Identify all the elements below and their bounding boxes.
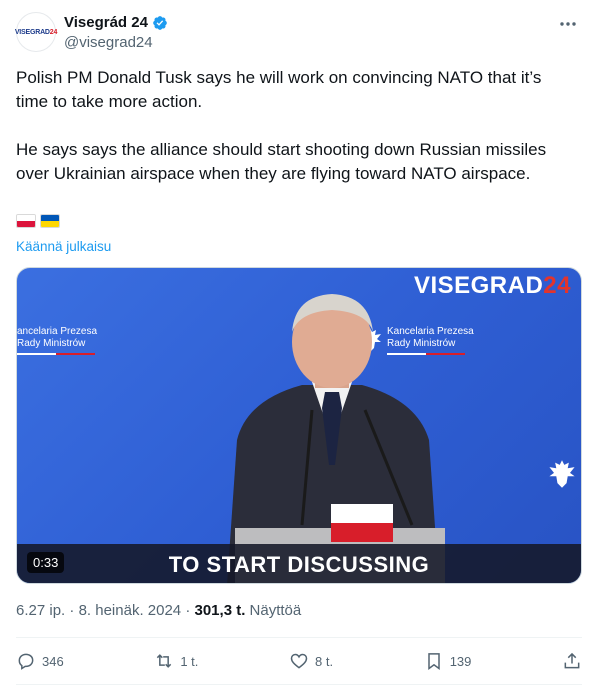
action-bar: 346 1 t. 8 t. 139 [16, 645, 582, 677]
tweet-paragraph-1: Polish PM Donald Tusk says he will work … [16, 68, 542, 111]
poland-flag-icon [16, 214, 36, 228]
reply-count: 346 [42, 653, 64, 669]
meta-separator: · [69, 602, 75, 619]
avatar[interactable]: VISEGRAD 24 [14, 12, 58, 52]
repost-button[interactable]: 1 t. [154, 651, 198, 671]
bookmark-count: 139 [449, 653, 472, 669]
like-button[interactable]: 8 t. [289, 651, 333, 671]
divider-top [16, 637, 582, 638]
video-subtitle: TO START DISCUSSING [168, 551, 430, 577]
tweet-meta: 6.27 ip. · 8. heinäk. 2024 · 301,3 t. Nä… [16, 602, 301, 619]
repost-count: 1 t. [180, 653, 199, 669]
share-button[interactable] [562, 651, 582, 671]
tweet-date[interactable]: 8. heinäk. 2024 [79, 602, 182, 619]
reply-button[interactable]: 346 [16, 651, 64, 671]
ukraine-flag-icon [40, 214, 60, 228]
more-options-icon[interactable] [558, 16, 578, 32]
podium-poland-flag [331, 504, 393, 542]
avatar-text-accent: 24 [49, 28, 58, 36]
translate-post-link[interactable]: Käännä julkaisu [16, 239, 111, 254]
author-info: Visegrád 24 @visegrad24 [64, 14, 168, 51]
avatar-text: VISEGRAD [14, 28, 50, 36]
reply-icon [18, 653, 34, 670]
views-count: 301,3 t. [194, 602, 246, 619]
verified-badge-icon [153, 15, 167, 30]
flag-emojis [16, 214, 60, 228]
bookmark-button[interactable]: 139 [424, 651, 472, 671]
handle[interactable]: @visegrad24 [64, 34, 168, 51]
tweet-paragraph-2: He says says the alliance should start s… [16, 140, 547, 183]
display-name[interactable]: Visegrád 24 [64, 14, 148, 31]
heart-icon [290, 653, 308, 669]
meta-separator-2: · [185, 602, 191, 619]
video-duration: 0:33 [27, 552, 65, 573]
bookmark-icon [427, 653, 440, 670]
repost-icon [157, 654, 172, 668]
views-label: Näyttöä [249, 602, 302, 619]
share-icon [564, 652, 580, 669]
subtitle-bar: TO START DISCUSSING [17, 544, 581, 583]
backdrop-sign-left: ancelaria Prezesa Rady Ministrów [17, 326, 97, 355]
like-count: 8 t. [315, 653, 334, 669]
tweet-header: VISEGRAD 24 Visegrád 24 @visegrad24 [14, 12, 582, 56]
eagle-emblem-right-icon [549, 460, 575, 488]
tweet-time[interactable]: 6.27 ip. [16, 602, 65, 619]
tweet-text: Polish PM Donald Tusk says he will work … [16, 66, 576, 210]
video-player[interactable]: VISEGRAD24 ancelaria Prezesa Rady Minist… [16, 267, 582, 584]
